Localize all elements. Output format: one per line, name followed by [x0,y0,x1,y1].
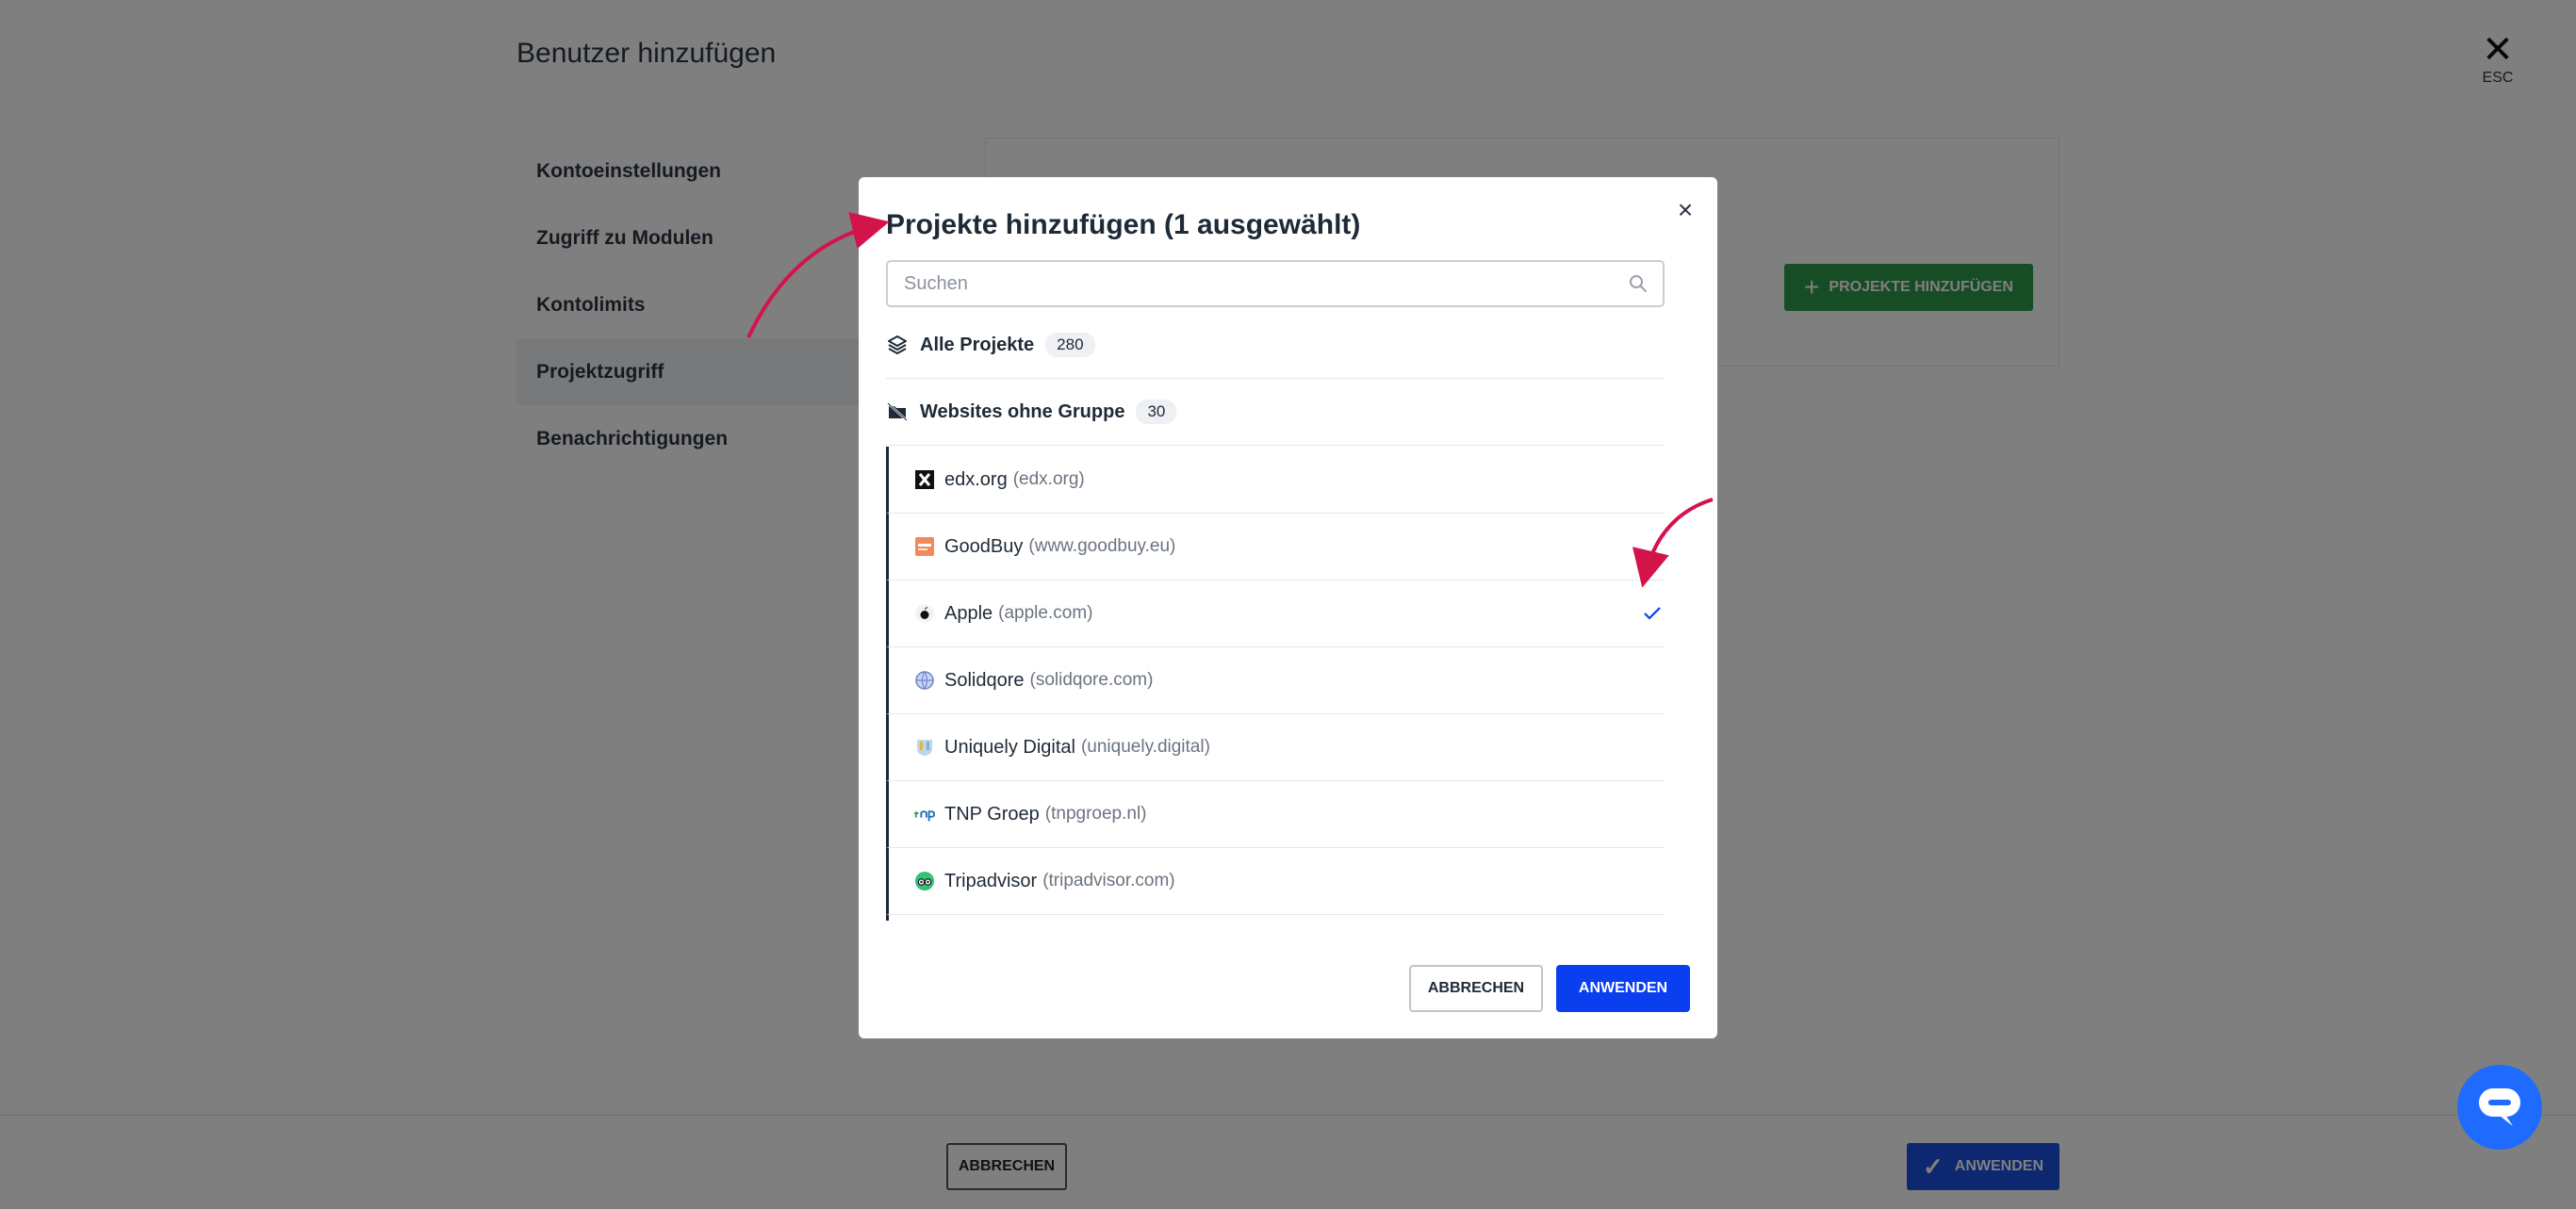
all-projects-label: Alle Projekte [920,334,1035,355]
modal-title: Projekte hinzufügen (1 ausgewählt) [886,209,1361,240]
search-field [886,260,1665,307]
all-projects-row[interactable]: Alle Projekte 280 [886,312,1665,379]
layers-icon [886,334,909,356]
tnp-logo-icon [914,804,935,825]
project-domain: (www.goodbuy.eu) [1028,536,1176,556]
project-name: edx.org [944,468,1008,490]
ungrouped-count: 30 [1136,400,1177,424]
modal-close-button[interactable]: × [1669,194,1701,226]
project-item-tripadvisor[interactable]: Tripadvisor (tripadvisor.com) [886,848,1665,915]
project-item-solidqore[interactable]: Solidqore (solidqore.com) [886,647,1665,714]
project-name: TNP Groep [944,803,1040,825]
project-item-goodbuy[interactable]: GoodBuy (www.goodbuy.eu) [886,514,1665,580]
project-domain: (tnpgroep.nl) [1044,804,1147,824]
project-item-apple[interactable]: Apple (apple.com) [886,580,1665,647]
modal-cancel-button[interactable]: ABBRECHEN [1409,965,1543,1012]
uniquely-logo-icon [914,737,935,758]
folder-off-icon [886,400,909,423]
all-projects-count: 280 [1045,333,1095,357]
ungrouped-websites-row[interactable]: Websites ohne Gruppe 30 [886,379,1665,446]
project-domain: (apple.com) [998,603,1093,623]
project-domain: (uniquely.digital) [1080,737,1210,757]
close-icon: × [1677,195,1694,224]
project-item-uniquely-digital[interactable]: Uniquely Digital (uniquely.digital) [886,714,1665,781]
search-input[interactable] [904,272,1629,295]
project-name: Tripadvisor [944,870,1038,891]
ungrouped-label: Websites ohne Gruppe [920,400,1125,422]
selected-check-icon [1640,601,1665,626]
project-list[interactable]: edx.org (edx.org) GoodBuy (www.goodbuy.e… [886,447,1665,921]
apple-logo-icon [914,603,935,624]
project-name: Solidqore [944,669,1025,691]
modal-apply-button[interactable]: ANWENDEN [1556,965,1690,1012]
project-item-tnp-groep[interactable]: TNP Groep (tnpgroep.nl) [886,781,1665,848]
edx-logo-icon [914,469,935,490]
search-icon [1630,275,1647,292]
project-domain: (edx.org) [1012,469,1085,489]
project-item-edx[interactable]: edx.org (edx.org) [886,447,1665,514]
project-item-partial[interactable] [886,915,1665,921]
project-domain: (tripadvisor.com) [1042,871,1175,890]
globe-icon [914,670,935,691]
add-projects-modal: Projekte hinzufügen (1 ausgewählt) × All… [859,177,1717,1038]
tripadvisor-logo-icon [914,871,935,891]
project-name: Uniquely Digital [944,736,1075,758]
chat-bubble-icon [2479,1088,2520,1126]
goodbuy-logo-icon [914,536,935,557]
project-name: GoodBuy [944,535,1024,557]
chat-launcher-button[interactable] [2457,1065,2542,1150]
project-domain: (solidqore.com) [1029,670,1154,690]
project-name: Apple [944,602,993,624]
